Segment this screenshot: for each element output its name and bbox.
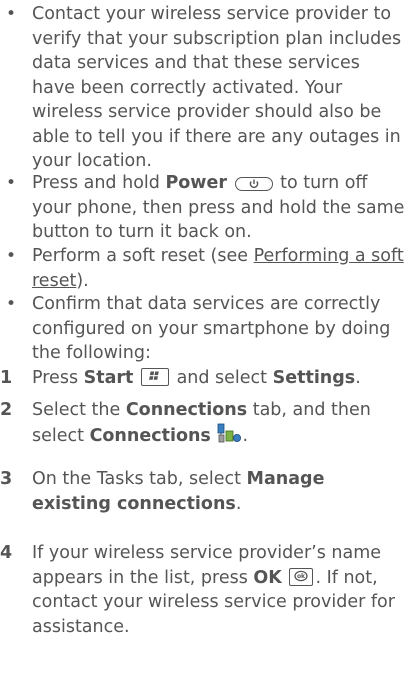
- step-number: 4: [0, 543, 13, 563]
- step-text-part: Press: [32, 368, 84, 388]
- connections-icon: [216, 423, 242, 445]
- connections-label: Connections: [89, 425, 211, 446]
- step-text-part: .: [355, 368, 361, 388]
- step-number: 2: [0, 400, 13, 420]
- bullet-text: Perform a soft reset (see Performing a s…: [32, 244, 405, 293]
- step-text-part: .: [235, 493, 242, 514]
- step-text-part: .: [242, 425, 249, 446]
- troubleshooting-page: • Contact your wireless service provider…: [0, 0, 409, 685]
- bullet-marker: •: [6, 173, 17, 193]
- step-text: If your wireless service provider’s name…: [32, 541, 405, 639]
- step-text-part: Select the: [32, 400, 126, 420]
- bullet-text-prefix: Perform a soft reset (see: [32, 246, 254, 266]
- bullet-text: Confirm that data services are correctly…: [32, 294, 391, 363]
- bullet-text-suffix: ).: [76, 270, 89, 291]
- step-number: 1: [0, 368, 13, 388]
- ok-label: OK: [253, 567, 282, 588]
- step-text: Press Start and select Settings.: [32, 366, 405, 391]
- bullet-marker: •: [6, 294, 17, 314]
- step-number: 3: [0, 469, 13, 489]
- connections-tab-label: Connections: [125, 400, 248, 420]
- windows-start-key-icon: [140, 368, 169, 386]
- step-text-part: On the Tasks tab, select: [32, 469, 247, 489]
- bullet-marker: •: [6, 4, 17, 24]
- bullet-marker: •: [6, 246, 17, 266]
- settings-label: Settings: [272, 368, 356, 388]
- svg-text:ok: ok: [297, 573, 306, 580]
- bullet-text: Press and hold Power to turn off your ph…: [32, 171, 405, 245]
- power-label: Power: [165, 173, 227, 193]
- step-text: Select the Connections tab, and then sel…: [32, 398, 405, 448]
- step-text-part: and select: [176, 368, 273, 388]
- bullet-text: Contact your wireless service provider t…: [32, 4, 402, 171]
- step-text: On the Tasks tab, select Manage existing…: [32, 467, 405, 516]
- bullet-text-prefix: Press and hold: [32, 173, 166, 193]
- ok-key-icon: ok: [289, 567, 314, 586]
- power-button-icon: [234, 177, 273, 191]
- start-label: Start: [83, 368, 134, 388]
